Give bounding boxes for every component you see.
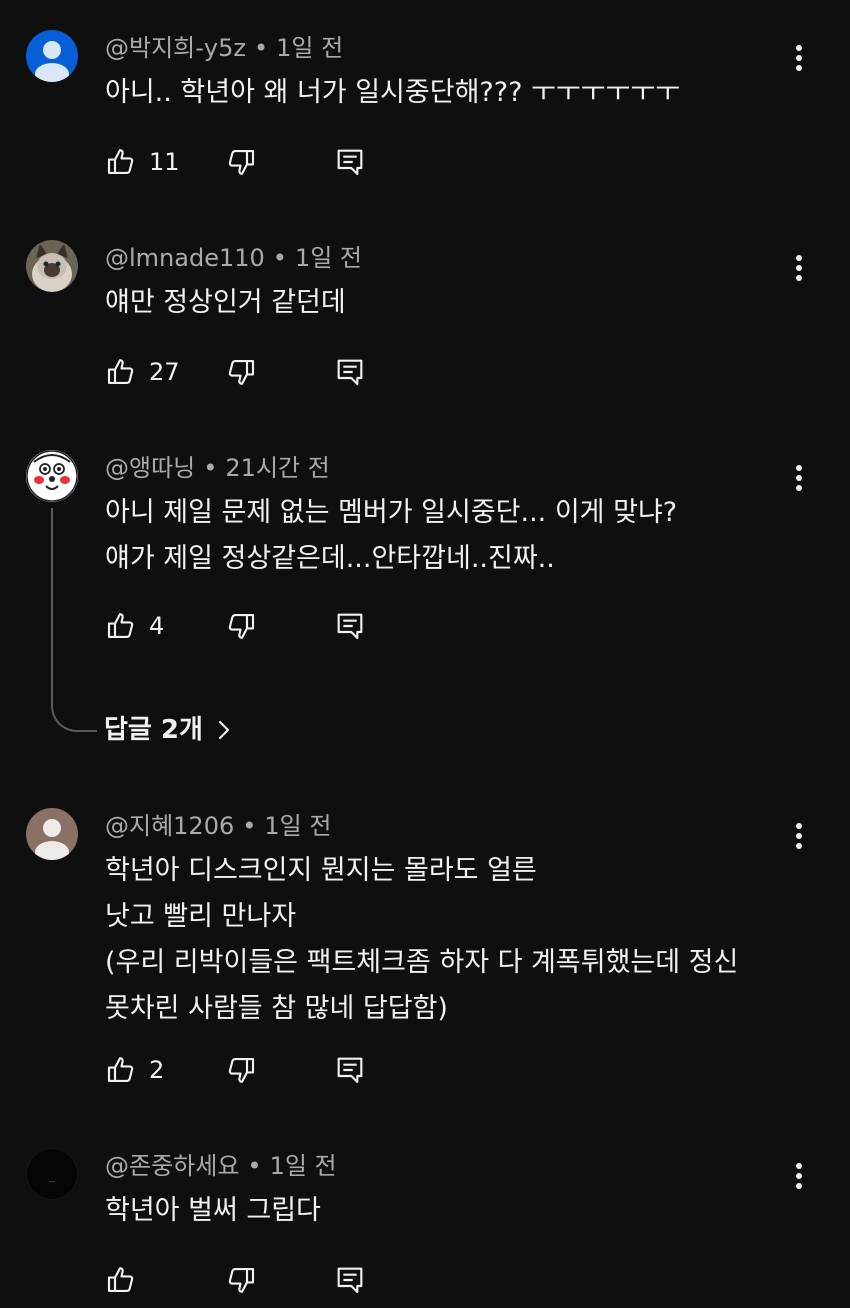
cat-photo-avatar-icon <box>26 240 78 292</box>
avatar[interactable] <box>26 30 78 82</box>
view-replies-button[interactable]: 답글 2개 <box>104 710 231 750</box>
comment-time[interactable]: 1일 전 <box>295 244 362 272</box>
comment-actions: 4 <box>105 610 405 646</box>
more-vert-icon[interactable] <box>784 1160 814 1192</box>
replies-label: 답글 2개 <box>104 715 203 745</box>
separator: • <box>272 244 287 272</box>
comment-time[interactable]: 1일 전 <box>276 34 343 62</box>
comment-text: 아니 제일 문제 없는 멤버가 일시중단... 이게 맞냐? 얘가 제일 정상같… <box>105 490 677 582</box>
thumbs-up-icon[interactable] <box>105 610 137 642</box>
comment-text: 얘만 정상인거 같던데 <box>105 280 346 326</box>
avatar[interactable] <box>26 450 78 502</box>
thumbs-up-icon[interactable] <box>105 1264 137 1296</box>
more-vert-icon[interactable] <box>784 42 814 74</box>
comment-actions <box>105 1264 405 1300</box>
comment-author[interactable]: @존중하세요 <box>105 1152 239 1180</box>
comment-line: 얘가 제일 정상같은데...안타깝네..진짜.. <box>105 543 555 574</box>
comment-line: 학년아 벌써 그립다 <box>105 1195 321 1226</box>
separator: • <box>203 454 218 482</box>
separator: • <box>247 1152 262 1180</box>
reply-icon[interactable] <box>334 610 366 642</box>
like-count: 11 <box>149 148 180 176</box>
more-vert-icon[interactable] <box>784 820 814 852</box>
thumbs-down-icon[interactable] <box>225 1264 257 1296</box>
comment-author[interactable]: @박지희-y5z <box>105 34 246 62</box>
cartoon-face-avatar-icon <box>26 450 78 502</box>
thumbs-down-icon[interactable] <box>225 610 257 642</box>
avatar[interactable] <box>26 240 78 292</box>
comment-line: 아니 제일 문제 없는 멤버가 일시중단... 이게 맞냐? <box>105 497 678 528</box>
comment-line: 학년아 디스크인지 뭔지는 몰라도 얼른 <box>105 855 537 886</box>
like-count: 27 <box>149 358 180 386</box>
comment-text: 학년아 디스크인지 뭔지는 몰라도 얼른 낫고 빨리 만나자 (우리 리박이들은… <box>105 848 738 1032</box>
separator: • <box>253 34 269 62</box>
comment-actions: 27 <box>105 356 405 392</box>
comment-actions: 11 <box>105 146 405 182</box>
thumbs-down-icon[interactable] <box>225 146 257 178</box>
comment-author[interactable]: @lmnade110 <box>105 244 265 272</box>
comment-meta: @지혜1206 • 1일 전 <box>105 810 331 842</box>
thumbs-up-icon[interactable] <box>105 1054 137 1086</box>
comment-meta: @lmnade110 • 1일 전 <box>105 242 362 274</box>
comment-line: 얘만 정상인거 같던데 <box>105 287 346 318</box>
avatar[interactable] <box>26 1148 78 1200</box>
separator: • <box>242 812 257 840</box>
comment-line: 낫고 빨리 만나자 <box>105 901 297 932</box>
comment-text: 학년아 벌써 그립다 <box>105 1188 321 1234</box>
comment-meta: @박지희-y5z • 1일 전 <box>105 32 343 64</box>
like-count: 4 <box>149 612 165 640</box>
default-user-avatar-icon <box>26 808 78 860</box>
comment-meta: @존중하세요 • 1일 전 <box>105 1150 337 1182</box>
comment-meta: @앵따닝 • 21시간 전 <box>105 452 330 484</box>
black-avatar-icon <box>26 1148 78 1200</box>
thumbs-up-icon[interactable] <box>105 146 137 178</box>
comment-author[interactable]: @앵따닝 <box>105 454 195 482</box>
chevron-right-icon <box>218 720 230 740</box>
thumbs-down-icon[interactable] <box>225 356 257 388</box>
thumbs-up-icon[interactable] <box>105 356 137 388</box>
comment-author[interactable]: @지혜1206 <box>105 812 234 840</box>
reply-thread-line <box>51 508 97 732</box>
comment-text: 아니.. 학년아 왜 너가 일시중단해??? ㅜㅜㅜㅜㅜㅜ <box>105 70 680 116</box>
comment-line: (우리 리박이들은 팩트체크좀 하자 다 계폭튀했는데 정신 <box>105 947 739 978</box>
comment-time[interactable]: 21시간 전 <box>225 454 329 482</box>
reply-icon[interactable] <box>334 356 366 388</box>
avatar[interactable] <box>26 808 78 860</box>
comment-time[interactable]: 1일 전 <box>270 1152 337 1180</box>
reply-icon[interactable] <box>334 1054 366 1086</box>
comment-line: 아니.. 학년아 왜 너가 일시중단해??? ㅜㅜㅜㅜㅜㅜ <box>105 77 681 108</box>
reply-icon[interactable] <box>334 1264 366 1296</box>
comment-time[interactable]: 1일 전 <box>264 812 331 840</box>
like-count: 2 <box>149 1056 165 1084</box>
thumbs-down-icon[interactable] <box>225 1054 257 1086</box>
comment-line: 못차린 사람들 참 많네 답답함) <box>105 993 448 1024</box>
default-user-avatar-icon <box>26 30 78 82</box>
comment-actions: 2 <box>105 1054 405 1090</box>
reply-icon[interactable] <box>334 146 366 178</box>
more-vert-icon[interactable] <box>784 462 814 494</box>
more-vert-icon[interactable] <box>784 252 814 284</box>
